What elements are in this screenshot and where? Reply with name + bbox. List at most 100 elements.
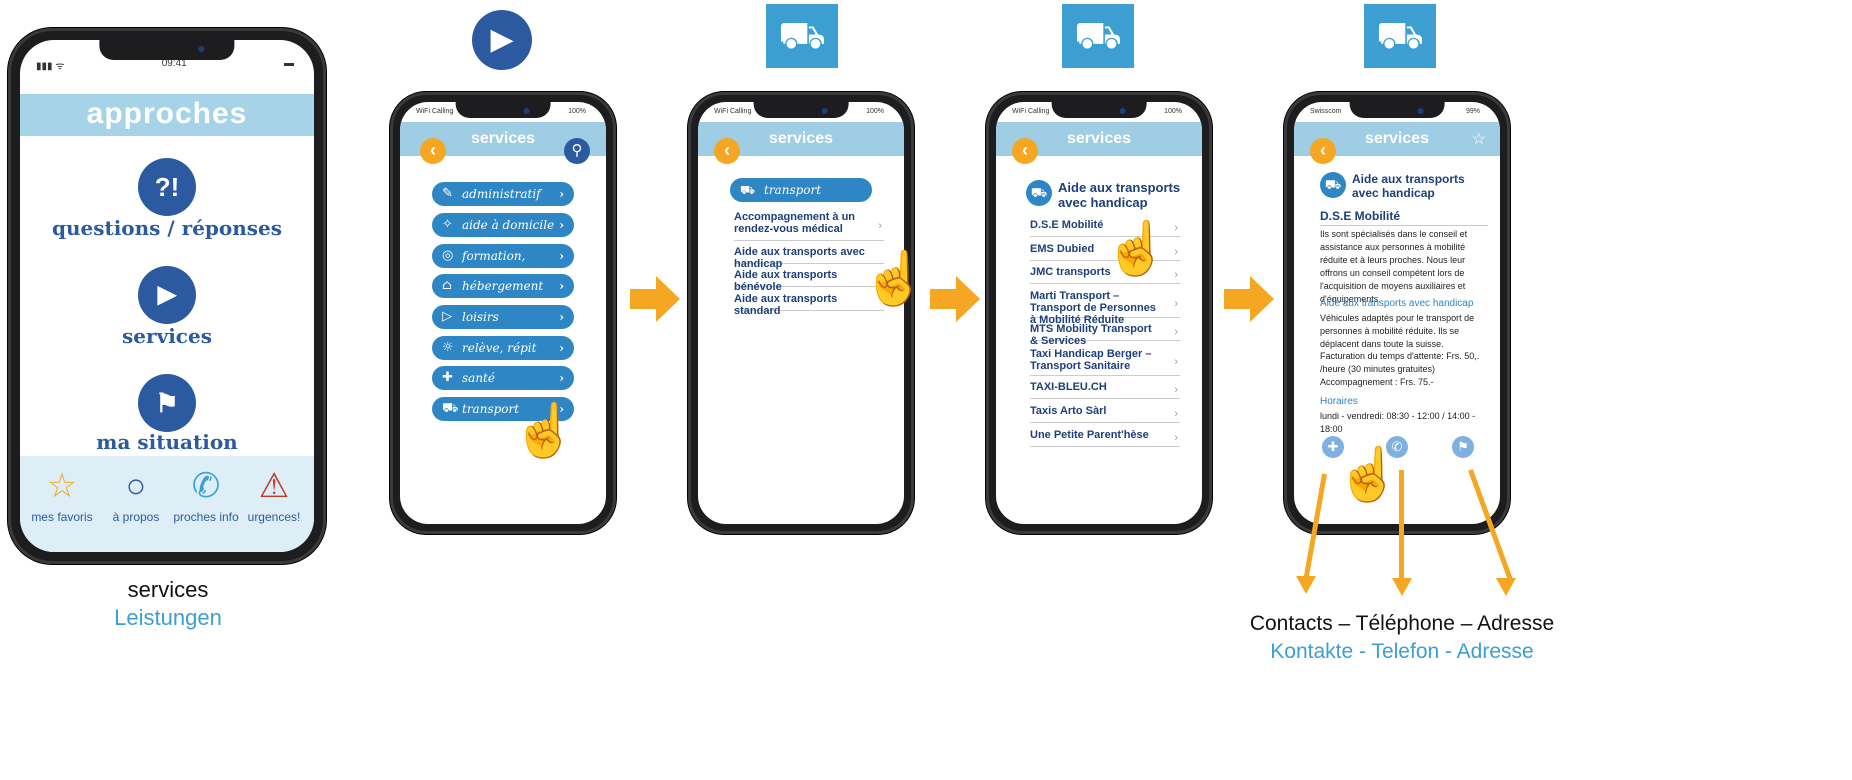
caption-de: Kontakte - Telefon - Adresse (1270, 640, 1534, 663)
circle-icon: ○ (125, 467, 147, 505)
category-aide-domicile[interactable]: ✧ aide à domicile › (432, 213, 574, 237)
tab-label: à propos (112, 510, 160, 524)
questions-icon[interactable]: ?! (138, 158, 196, 216)
carrier: WiFi Calling (416, 108, 454, 115)
back-button[interactable]: ‹ (1310, 138, 1336, 164)
broom-icon: ✧ (442, 217, 453, 232)
provider-item[interactable]: Taxi Handicap Berger – Transport Sanitai… (1030, 348, 1180, 376)
provider-description: Ils sont spécialisés dans le conseil et … (1320, 229, 1468, 304)
chevron-right-icon: › (1174, 407, 1178, 420)
arrow-right-icon (1224, 276, 1274, 322)
category-administratif[interactable]: ✎ administratif › (432, 182, 574, 206)
chevron-right-icon: › (1174, 221, 1178, 234)
phone-home-screen: ▮▮▮ ᯤ 09:41 ▬ approches ?! questions / r… (20, 40, 314, 552)
provider-name: D.S.E Mobilité (1320, 209, 1488, 226)
hand-pointer-icon: ☝ (862, 250, 927, 308)
notch (99, 40, 235, 60)
category-label: aide à domicile (462, 218, 555, 232)
chevron-right-icon: › (1174, 325, 1178, 338)
battery: 100% (568, 108, 586, 115)
tab-about[interactable]: ○ à propos (96, 466, 176, 524)
back-button[interactable]: ‹ (420, 138, 446, 164)
kite-icon: ▷ (442, 309, 452, 324)
arrow-down-icon (1496, 578, 1516, 596)
chevron-right-icon: › (1174, 245, 1178, 258)
category-label: santé (462, 371, 495, 385)
sun-icon: ☼ (442, 340, 454, 355)
arrow-down-icon (1392, 578, 1412, 596)
category-loisirs[interactable]: ▷ loisirs › (432, 305, 574, 329)
chevron-right-icon: › (559, 187, 564, 201)
tab-urgences[interactable]: ⚠ urgences! (234, 466, 314, 524)
provider-item[interactable]: Taxis Arto Sàrl › (1030, 405, 1180, 423)
carrier: WiFi Calling (714, 108, 752, 115)
car-icon-top: ⛟ (766, 4, 838, 68)
provider-item[interactable]: Une Petite Parent'hèse › (1030, 429, 1180, 447)
service-text: Véhicules adaptés pour le transport de p… (1320, 313, 1475, 349)
provider-label: Une Petite Parent'hèse (1030, 429, 1149, 441)
services-play-icon[interactable]: ▶ (138, 266, 196, 324)
billing-text: Facturation du temps d'attente: Frs. 50,… (1320, 351, 1480, 374)
list-item[interactable]: Accompagnement à un rendez-vous médical › (734, 211, 884, 241)
spiral-icon: ◎ (442, 248, 454, 263)
situation-flag-icon[interactable]: ⚑ (138, 374, 196, 432)
caption-contacts: Contacts – Téléphone – Adresse Kontakte … (1234, 610, 1570, 666)
tab-label: proches info (173, 510, 239, 524)
category-label: administratif (462, 187, 541, 201)
phone-transport-screen: WiFi Calling 12:16 100% services ‹ (698, 102, 904, 524)
chevron-right-icon: › (559, 341, 564, 355)
menu-questions-label[interactable]: questions / réponses (20, 216, 314, 240)
service-link[interactable]: Aide aux transports avec handicap (1320, 298, 1486, 309)
category-formation[interactable]: ◎formation, échange› (432, 244, 574, 287)
category-label: hébergement (462, 279, 544, 293)
chevron-right-icon: › (559, 310, 564, 324)
house-icon: ⌂ (442, 278, 452, 293)
app-title: approches (20, 94, 314, 136)
back-button[interactable]: ‹ (1012, 138, 1038, 164)
section-heading: Aide aux transports avec handicap (1058, 180, 1181, 210)
provider-item[interactable]: Marti Transport – Transport de Personnes… (1030, 290, 1180, 326)
list-item-label: Accompagnement à un rendez-vous médical (734, 211, 856, 235)
star-icon[interactable]: ☆ (1472, 129, 1486, 149)
menu-services-label[interactable]: services (20, 324, 314, 348)
category-sante[interactable]: ✚ santé › (432, 366, 574, 390)
caption-services: services Leistungen (88, 576, 248, 632)
chevron-right-icon: › (559, 279, 564, 293)
phone-home: ▮▮▮ ᯤ 09:41 ▬ approches ?! questions / r… (8, 28, 326, 564)
accompaniment-text: Accompagnement : Frs. 75.- (1320, 377, 1434, 387)
back-button[interactable]: ‹ (714, 138, 740, 164)
section-heading: Aide aux transports avec handicap (1352, 172, 1465, 200)
callout-line (1399, 470, 1404, 582)
category-label: transport (462, 402, 520, 416)
car-icon: ⛟ (442, 401, 459, 416)
car-icon: ⛟ (740, 183, 756, 197)
pill-label: transport (764, 183, 822, 197)
car-icon: ⛟ (1026, 180, 1052, 206)
notch (1349, 102, 1445, 118)
category-label: loisirs (462, 310, 499, 324)
chevron-right-icon: › (1174, 355, 1178, 368)
star-icon: ☆ (46, 467, 78, 505)
category-label: relève, répit (462, 341, 537, 355)
chevron-right-icon: › (1174, 383, 1178, 396)
tab-label: urgences! (247, 510, 301, 524)
address-button[interactable]: ⚑ (1452, 436, 1474, 458)
transport-pill: ⛟ transport (730, 178, 872, 202)
provider-label: Taxis Arto Sàrl (1030, 405, 1107, 417)
provider-item[interactable]: TAXI-BLEU.CH › (1030, 381, 1180, 399)
hand-pointer-icon: ☝ (1104, 220, 1169, 278)
provider-label: EMS Dubied (1030, 243, 1095, 255)
hours-label: Horaires (1320, 396, 1358, 407)
menu-situation-label[interactable]: ma situation (20, 430, 314, 454)
caption-de: Leistungen (114, 605, 222, 630)
cross-icon: ✚ (442, 370, 453, 385)
category-releve[interactable]: ☼ relève, répit › (432, 336, 574, 360)
hand-pointer-icon: ☝ (512, 402, 577, 460)
provider-item[interactable]: MTS Mobility Transport & Services › (1030, 323, 1180, 347)
category-hebergement[interactable]: ⌂ hébergement › (432, 274, 574, 298)
chevron-right-icon: › (559, 371, 564, 385)
tab-favorites[interactable]: ☆ mes favoris (22, 466, 102, 524)
search-button[interactable]: ⚲ (564, 138, 590, 164)
chevron-right-icon: › (559, 249, 564, 263)
arrow-down-icon (1296, 576, 1316, 594)
